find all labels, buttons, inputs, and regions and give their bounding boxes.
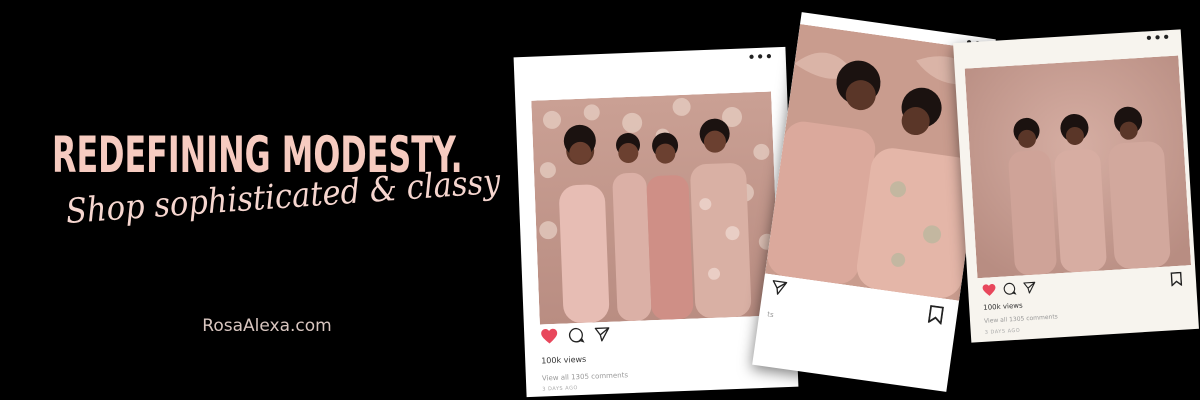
post-age: 3 DAYS AGO bbox=[542, 385, 578, 393]
views-count: 100k views bbox=[983, 301, 1023, 312]
views-count: 100k views bbox=[541, 354, 587, 366]
post-actions bbox=[982, 281, 1037, 297]
heart-icon[interactable] bbox=[982, 283, 997, 297]
share-icon[interactable] bbox=[594, 326, 611, 343]
share-icon[interactable] bbox=[1023, 281, 1037, 295]
more-icon[interactable]: ••• bbox=[1145, 30, 1172, 46]
post-photo bbox=[964, 55, 1192, 279]
view-comments-link[interactable]: View all 1305 comments bbox=[542, 371, 628, 382]
comment-icon[interactable] bbox=[568, 327, 585, 344]
comment-icon[interactable] bbox=[1003, 282, 1017, 296]
website-link[interactable]: RosaAlexa.com bbox=[0, 316, 534, 336]
bookmark-icon[interactable] bbox=[1170, 271, 1183, 287]
post-photo bbox=[531, 91, 780, 325]
group-fashion-photo bbox=[531, 91, 780, 325]
post-actions bbox=[540, 326, 611, 345]
trio-fashion-photo bbox=[964, 55, 1192, 279]
view-comments-link[interactable]: View all 1305 comments bbox=[984, 313, 1058, 324]
share-icon[interactable] bbox=[770, 279, 788, 297]
bookmark-icon[interactable] bbox=[927, 304, 944, 325]
post-card-3[interactable]: ••• 100k views View all 1305 comments 3 … bbox=[953, 29, 1199, 343]
view-comments-link[interactable]: ts bbox=[767, 310, 774, 319]
more-icon[interactable]: ••• bbox=[747, 49, 774, 64]
heart-icon[interactable] bbox=[540, 328, 559, 345]
post-age: 3 DAYS AGO bbox=[984, 327, 1021, 336]
